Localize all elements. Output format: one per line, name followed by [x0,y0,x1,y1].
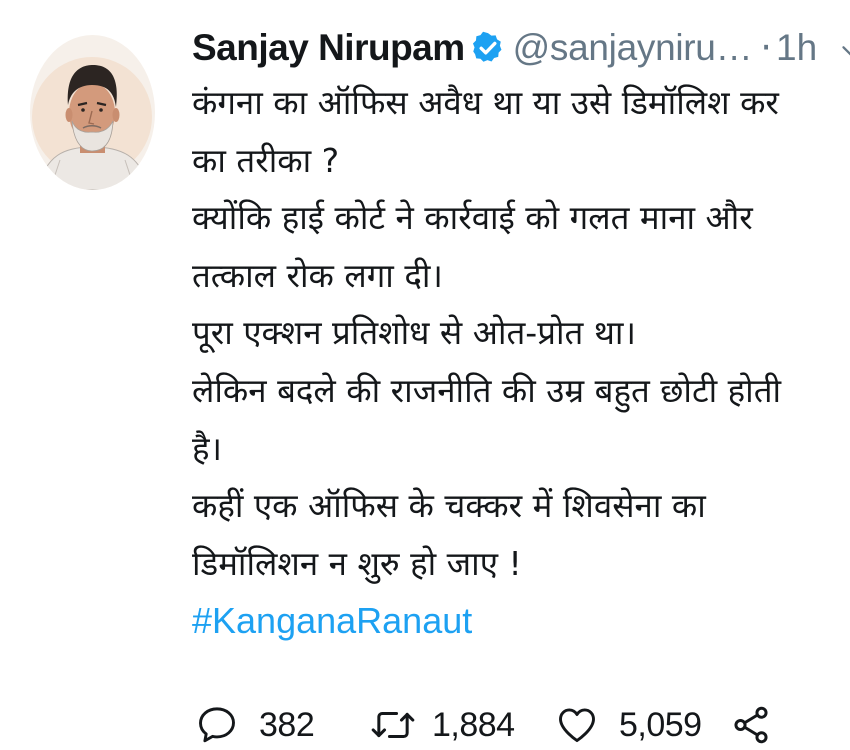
reply-count: 382 [259,705,315,744]
retweet-button[interactable]: 1,884 [370,700,515,750]
tweet-text-line: कंगना का ऑफिस अवैध था या उसे डिमॉलिश कर [192,83,779,122]
retweet-count: 1,884 [432,705,515,744]
like-button[interactable]: 5,059 [555,700,702,750]
like-count: 5,059 [619,705,702,744]
tweet-text-line: डिमॉलिशन न शुरु हो जाए ! [192,543,522,583]
tweet-text-line: लेकिन बदले की राजनीति की उम्र बहुत छोटी … [192,370,782,410]
tweet-text-line: तत्काल रोक लगा दी। [192,255,443,295]
reply-button[interactable]: 382 [195,700,315,750]
separator-dot: · [760,26,773,69]
reply-icon [199,707,235,743]
author-name[interactable]: Sanjay Nirupam [192,27,465,68]
tweet-text-line: #KanganaRanaut [192,592,850,650]
tweet-header: Sanjay Nirupam @sanjayniru… · 1h [192,22,850,74]
retweet-icon [371,711,415,739]
person-illustration-avatar-icon [30,35,155,190]
author-handle[interactable]: @sanjayniru… [513,27,753,68]
share-icon [734,706,768,744]
tweet: Sanjay Nirupam @sanjayniru… · 1h कंगना का ऑ… [0,0,850,750]
heart-icon [559,708,595,743]
tweet-text-line: का तरीका ? [192,140,340,180]
chevron-down-icon[interactable] [838,40,850,60]
avatar[interactable] [30,35,155,190]
verified-badge-icon [471,27,505,62]
tweet-text-line: क्योंकि हाई कोर्ट ने कार्रवाई को गलत मान… [192,198,753,238]
tweet-text: कंगना का ऑफिस अवैध था या उसे डिमॉलिश कर … [192,74,850,650]
tweet-actions: 382 1,884 5,059 [195,700,835,750]
tweet-text-line: है। [192,428,223,468]
tweet-text-line: कहीं एक ऑफिस के चक्कर में शिवसेना का [192,486,706,526]
hashtag-link[interactable]: #KanganaRanaut [192,600,472,641]
tweet-timestamp[interactable]: 1h [776,27,817,68]
share-button[interactable] [730,700,772,750]
tweet-text-line: पूरा एक्शन प्रतिशोध से ओत-प्रोत था। [192,313,636,353]
